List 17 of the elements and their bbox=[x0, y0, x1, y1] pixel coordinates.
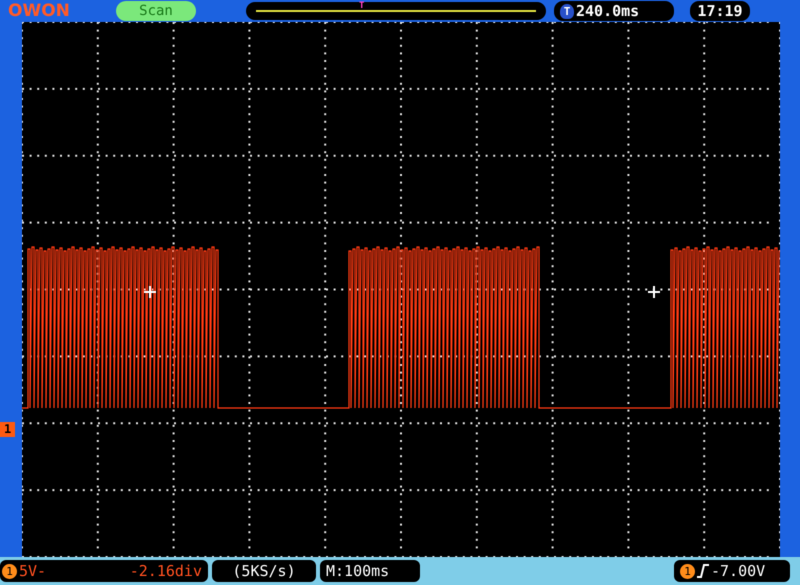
trigger-delay-value: 240.0ms bbox=[576, 2, 640, 20]
brand-logo: OWON bbox=[8, 1, 71, 21]
channel-level-marker: 1 bbox=[0, 422, 16, 437]
timebase-readout: M:100ms bbox=[320, 560, 420, 582]
channel-offset: -2.16div bbox=[130, 562, 202, 580]
clock-readout: 17:19 bbox=[690, 1, 750, 21]
trigger-badge: T bbox=[560, 4, 574, 18]
crosshair-icon bbox=[143, 285, 157, 299]
run-mode-status: Scan bbox=[116, 1, 196, 21]
channel-scale: 5V- bbox=[19, 562, 46, 580]
trigger-level: -7.00V bbox=[711, 562, 766, 580]
trigger-position-marker: T bbox=[359, 1, 364, 11]
trigger-channel-badge: 1 bbox=[680, 564, 695, 578]
rising-edge-icon bbox=[697, 564, 709, 578]
sample-rate-readout: (5KS/s) bbox=[212, 560, 316, 582]
channel-badge: 1 bbox=[2, 564, 17, 578]
crosshair-icon bbox=[647, 285, 661, 299]
